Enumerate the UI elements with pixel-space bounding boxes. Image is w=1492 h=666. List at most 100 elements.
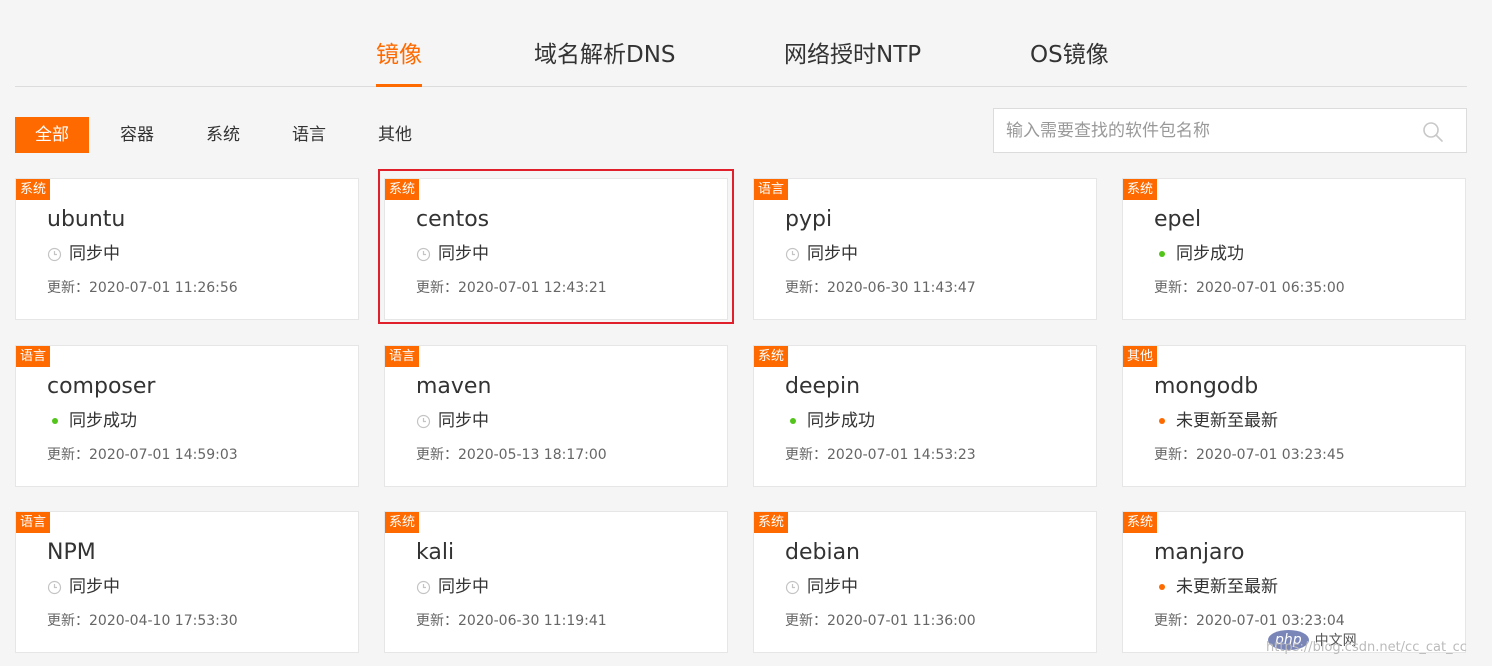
mirror-name: ubuntu: [47, 207, 126, 232]
mirror-card-composer[interactable]: 语言 composer 同步成功 更新：2020-07-01 14:59:03: [15, 345, 359, 487]
filter-containers[interactable]: 容器: [120, 117, 154, 153]
sync-status-text: 同步中: [69, 244, 120, 264]
sync-status: 同步成功: [785, 410, 875, 432]
update-time: 更新：2020-05-13 18:17:00: [416, 444, 607, 464]
update-time: 更新：2020-07-01 14:53:23: [785, 444, 976, 464]
mirror-card-ubuntu[interactable]: 系统 ubuntu 同步中更新：2020-07-01 11:26:56: [15, 178, 359, 320]
sync-status: 同步中: [416, 410, 489, 432]
update-time-value: 2020-04-10 17:53:30: [89, 613, 238, 629]
warning-dot-icon: [1154, 580, 1169, 595]
mirror-card-pypi[interactable]: 语言 pypi 同步中更新：2020-06-30 11:43:47: [753, 178, 1097, 320]
update-time-label: 更新：: [785, 613, 827, 629]
update-time-value: 2020-06-30 11:43:47: [827, 280, 976, 296]
update-time: 更新：2020-07-01 12:43:21: [416, 277, 607, 297]
sync-status: 同步中: [416, 576, 489, 598]
mirror-card-centos[interactable]: 系统 centos 同步中 更新：2020-07-01 12:43:21: [384, 178, 728, 320]
update-time-value: 2020-06-30 11:19:41: [458, 613, 607, 629]
update-time-label: 更新：: [47, 280, 89, 296]
mirror-name: maven: [416, 374, 492, 399]
update-time-label: 更新：: [785, 447, 827, 463]
sync-status-text: 同步中: [438, 244, 489, 264]
sync-status: 同步成功: [1154, 243, 1244, 265]
sync-status: 同步成功: [47, 410, 137, 432]
sync-status: 未更新至最新: [1154, 576, 1278, 598]
tab-ntp[interactable]: 网络授时NTP: [784, 38, 921, 72]
sync-status: 同步中: [416, 243, 489, 265]
update-time-label: 更新：: [416, 447, 458, 463]
active-tab-underline: [376, 84, 422, 87]
mirror-name: epel: [1154, 207, 1202, 232]
category-tag: 系统: [385, 512, 420, 533]
sync-status-text: 同步中: [438, 577, 489, 597]
mirror-card-deepin[interactable]: 系统 deepin 同步成功更新：2020-07-01 14:53:23: [753, 345, 1097, 487]
update-time-label: 更新：: [1154, 613, 1196, 629]
tab-dns[interactable]: 域名解析DNS: [534, 38, 676, 72]
update-time-value: 2020-07-01 03:23:45: [1196, 447, 1345, 463]
filter-systems[interactable]: 系统: [206, 117, 240, 153]
category-tag: 系统: [754, 346, 789, 367]
mirror-card-maven[interactable]: 语言 maven 同步中 更新：2020-05-13 18:17:00: [384, 345, 728, 487]
update-time-value: 2020-05-13 18:17:00: [458, 447, 607, 463]
tab-divider: [15, 86, 1467, 87]
update-time: 更新：2020-07-01 06:35:00: [1154, 277, 1345, 297]
mirror-name: deepin: [785, 374, 861, 399]
search-input[interactable]: [994, 109, 1414, 152]
search-box: [993, 108, 1467, 153]
update-time-value: 2020-07-01 14:59:03: [89, 447, 238, 463]
update-time: 更新：2020-07-01 11:26:56: [47, 277, 238, 297]
mirror-name: composer: [47, 374, 156, 399]
update-time-label: 更新：: [47, 613, 89, 629]
filter-languages[interactable]: 语言: [292, 117, 326, 153]
mirror-name: mongodb: [1154, 374, 1259, 399]
clock-icon: [47, 247, 62, 262]
mirror-name: debian: [785, 540, 861, 565]
warning-dot-icon: [1154, 414, 1169, 429]
mirror-card-mongodb[interactable]: 其他 mongodb 未更新至最新更新：2020-07-01 03:23:45: [1122, 345, 1466, 487]
mirror-card-npm[interactable]: 语言 NPM 同步中 更新：2020-04-10 17:53:30: [15, 511, 359, 653]
category-tag: 系统: [16, 179, 51, 200]
category-tag: 语言: [754, 179, 789, 200]
update-time: 更新：2020-07-01 03:23:45: [1154, 444, 1345, 464]
mirror-card-debian[interactable]: 系统 debian 同步中更新：2020-07-01 11:36:00: [753, 511, 1097, 653]
clock-icon: [785, 580, 800, 595]
update-time-value: 2020-07-01 12:43:21: [458, 280, 607, 296]
update-time-label: 更新：: [47, 447, 89, 463]
search-icon[interactable]: [1422, 121, 1444, 143]
category-tag: 语言: [16, 512, 51, 533]
mirror-card-epel[interactable]: 系统 epel 同步成功更新：2020-07-01 06:35:00: [1122, 178, 1466, 320]
update-time-label: 更新：: [1154, 447, 1196, 463]
tab-os-images[interactable]: OS镜像: [1030, 38, 1109, 72]
update-time-value: 2020-07-01 06:35:00: [1196, 280, 1345, 296]
success-dot-icon: [47, 414, 62, 429]
category-tag: 系统: [1123, 179, 1158, 200]
update-time: 更新：2020-06-30 11:19:41: [416, 610, 607, 630]
top-tabs: 镜像 域名解析DNS 网络授时NTP OS镜像: [0, 0, 1492, 88]
mirror-name: pypi: [785, 207, 833, 232]
sync-status: 同步中: [785, 243, 858, 265]
sync-status: 同步中: [47, 576, 120, 598]
filter-others[interactable]: 其他: [378, 117, 412, 153]
sync-status-text: 同步中: [69, 577, 120, 597]
update-time-label: 更新：: [785, 280, 827, 296]
sync-status: 同步中: [47, 243, 120, 265]
tab-mirrors[interactable]: 镜像: [376, 38, 422, 72]
update-time-label: 更新：: [1154, 280, 1196, 296]
clock-icon: [416, 414, 431, 429]
sync-status-text: 同步中: [438, 411, 489, 431]
category-tag: 其他: [1123, 346, 1158, 367]
update-time: 更新：2020-06-30 11:43:47: [785, 277, 976, 297]
sync-status: 同步中: [785, 576, 858, 598]
filter-all[interactable]: 全部: [15, 117, 89, 153]
mirror-name: kali: [416, 540, 455, 565]
clock-icon: [416, 580, 431, 595]
update-time: 更新：2020-07-01 11:36:00: [785, 610, 976, 630]
category-tag: 系统: [754, 512, 789, 533]
clock-icon: [785, 247, 800, 262]
success-dot-icon: [785, 414, 800, 429]
mirror-card-kali[interactable]: 系统 kali 同步中更新：2020-06-30 11:19:41: [384, 511, 728, 653]
sync-status-text: 同步中: [807, 577, 858, 597]
update-time-value: 2020-07-01 11:36:00: [827, 613, 976, 629]
sync-status: 未更新至最新: [1154, 410, 1278, 432]
sync-status-text: 同步中: [807, 244, 858, 264]
update-time-value: 2020-07-01 14:53:23: [827, 447, 976, 463]
